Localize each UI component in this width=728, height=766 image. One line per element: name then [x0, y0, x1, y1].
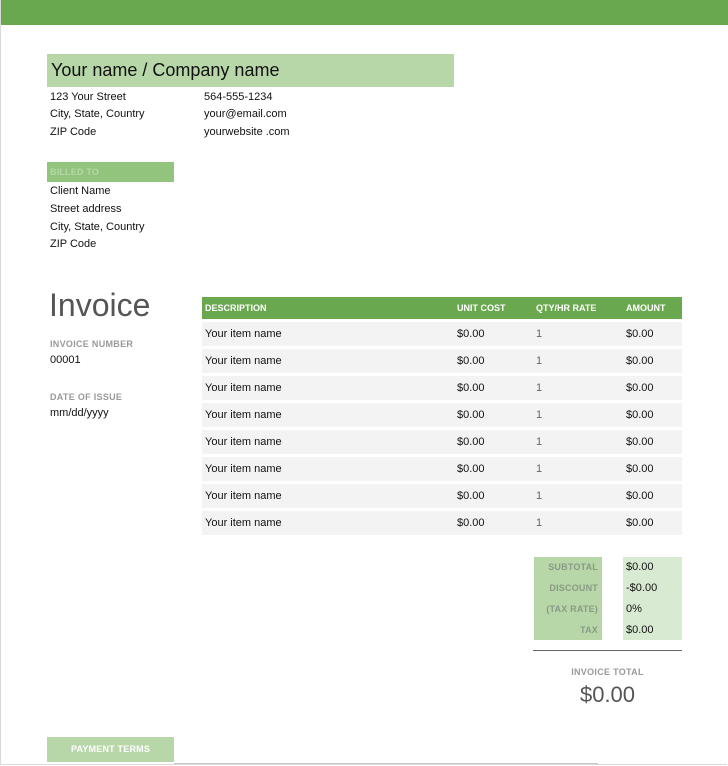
item-description[interactable]: Your item name	[205, 349, 282, 373]
company-email[interactable]: your@email.com	[204, 106, 287, 123]
item-qty[interactable]: 1	[536, 403, 542, 427]
tax-rate-label: (TAX RATE)	[546, 604, 598, 614]
client-zip[interactable]: ZIP Code	[50, 236, 96, 253]
invoice-number-label: INVOICE NUMBER	[50, 339, 134, 349]
item-description[interactable]: Your item name	[205, 403, 282, 427]
company-city[interactable]: City, State, Country	[50, 106, 145, 123]
table-row: Your item name $0.00 1 $0.00	[202, 349, 682, 373]
invoice-total-value[interactable]: $0.00	[533, 682, 682, 708]
date-of-issue[interactable]: mm/dd/yyyy	[50, 407, 109, 419]
payment-terms-heading: PAYMENT TERMS	[47, 737, 174, 762]
table-row: Your item name $0.00 1 $0.00	[202, 430, 682, 454]
table-row: Your item name $0.00 1 $0.00	[202, 322, 682, 346]
item-unit-cost[interactable]: $0.00	[457, 322, 485, 346]
items-table-header: DESCRIPTION UNIT COST QTY/HR RATE AMOUNT	[202, 297, 682, 319]
item-description[interactable]: Your item name	[205, 457, 282, 481]
item-qty[interactable]: 1	[536, 349, 542, 373]
items-table: DESCRIPTION UNIT COST QTY/HR RATE AMOUNT…	[202, 297, 682, 535]
item-unit-cost[interactable]: $0.00	[457, 484, 485, 508]
header-qty: QTY/HR RATE	[536, 303, 597, 313]
company-zip[interactable]: ZIP Code	[50, 124, 96, 141]
item-amount[interactable]: $0.00	[626, 403, 654, 427]
company-street[interactable]: 123 Your Street	[50, 89, 126, 106]
item-description[interactable]: Your item name	[205, 376, 282, 400]
top-accent-bar	[0, 0, 728, 25]
item-qty[interactable]: 1	[536, 484, 542, 508]
payment-terms-divider	[174, 763, 598, 764]
invoice-title: Invoice	[49, 287, 151, 323]
header-amount: AMOUNT	[626, 303, 666, 313]
header-unit-cost: UNIT COST	[457, 303, 506, 313]
item-amount[interactable]: $0.00	[626, 349, 654, 373]
discount-label: DISCOUNT	[549, 583, 598, 593]
company-phone[interactable]: 564-555-1234	[204, 89, 273, 106]
client-city[interactable]: City, State, Country	[50, 219, 145, 236]
billed-to-heading: BILLED TO	[47, 162, 174, 182]
table-row: Your item name $0.00 1 $0.00	[202, 511, 682, 535]
company-website[interactable]: yourwebsite .com	[204, 124, 290, 141]
tax-value[interactable]: $0.00	[626, 624, 654, 636]
client-street[interactable]: Street address	[50, 201, 122, 218]
item-description[interactable]: Your item name	[205, 430, 282, 454]
subtotal-value[interactable]: $0.00	[626, 561, 654, 573]
item-amount[interactable]: $0.00	[626, 484, 654, 508]
tax-label: TAX	[580, 625, 598, 635]
totals-labels-block: SUBTOTAL DISCOUNT (TAX RATE) TAX	[534, 557, 602, 640]
invoice-total-label: INVOICE TOTAL	[571, 667, 644, 677]
item-qty[interactable]: 1	[536, 322, 542, 346]
invoice-total-divider	[533, 650, 682, 651]
item-qty[interactable]: 1	[536, 430, 542, 454]
item-amount[interactable]: $0.00	[626, 430, 654, 454]
item-qty[interactable]: 1	[536, 457, 542, 481]
subtotal-label: SUBTOTAL	[548, 562, 598, 572]
date-of-issue-label: DATE OF ISSUE	[50, 392, 123, 402]
client-name[interactable]: Client Name	[50, 183, 111, 200]
totals-values-block: $0.00 -$0.00 0% $0.00	[623, 557, 682, 640]
item-amount[interactable]: $0.00	[626, 376, 654, 400]
company-name[interactable]: Your name / Company name	[47, 54, 454, 87]
table-row: Your item name $0.00 1 $0.00	[202, 484, 682, 508]
item-amount[interactable]: $0.00	[626, 322, 654, 346]
tax-rate-value[interactable]: 0%	[626, 603, 642, 615]
item-qty[interactable]: 1	[536, 376, 542, 400]
item-amount[interactable]: $0.00	[626, 511, 654, 535]
item-amount[interactable]: $0.00	[626, 457, 654, 481]
item-unit-cost[interactable]: $0.00	[457, 349, 485, 373]
item-unit-cost[interactable]: $0.00	[457, 376, 485, 400]
discount-value[interactable]: -$0.00	[626, 582, 657, 594]
item-unit-cost[interactable]: $0.00	[457, 457, 485, 481]
item-description[interactable]: Your item name	[205, 322, 282, 346]
item-unit-cost[interactable]: $0.00	[457, 403, 485, 427]
table-row: Your item name $0.00 1 $0.00	[202, 457, 682, 481]
header-description: DESCRIPTION	[205, 303, 267, 313]
item-description[interactable]: Your item name	[205, 511, 282, 535]
table-row: Your item name $0.00 1 $0.00	[202, 376, 682, 400]
item-qty[interactable]: 1	[536, 511, 542, 535]
item-unit-cost[interactable]: $0.00	[457, 430, 485, 454]
item-description[interactable]: Your item name	[205, 484, 282, 508]
item-unit-cost[interactable]: $0.00	[457, 511, 485, 535]
table-row: Your item name $0.00 1 $0.00	[202, 403, 682, 427]
invoice-number[interactable]: 00001	[50, 354, 81, 366]
